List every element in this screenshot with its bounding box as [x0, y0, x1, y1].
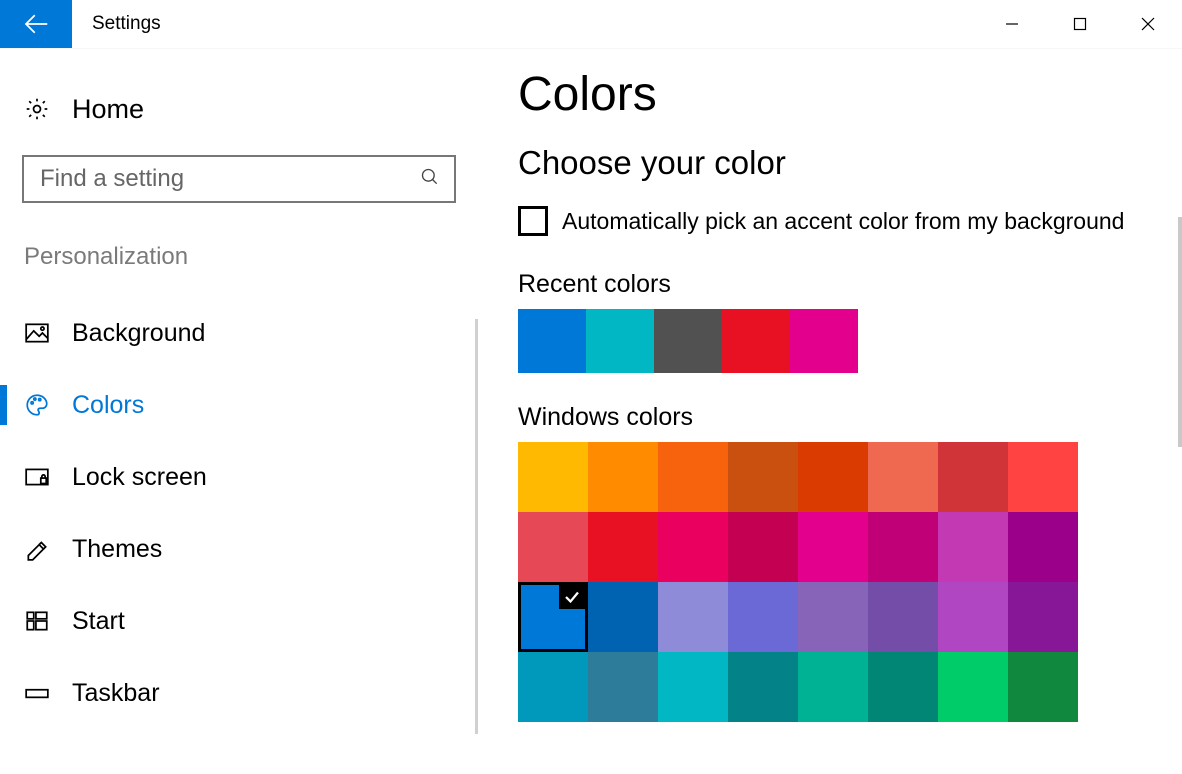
- recent-color-swatch[interactable]: [790, 309, 858, 373]
- search-icon: [420, 167, 440, 192]
- windows-color-swatch[interactable]: [938, 582, 1008, 652]
- sidebar-item-themes[interactable]: Themes: [22, 513, 456, 585]
- recent-color-swatch[interactable]: [654, 309, 722, 373]
- back-button[interactable]: [0, 0, 72, 48]
- palette-icon: [24, 392, 50, 418]
- windows-color-swatch[interactable]: [1008, 582, 1078, 652]
- sidebar-item-colors[interactable]: Colors: [22, 369, 456, 441]
- windows-color-swatch[interactable]: [518, 512, 588, 582]
- windows-color-swatch[interactable]: [1008, 652, 1078, 722]
- windows-color-swatch[interactable]: [588, 652, 658, 722]
- sidebar-item-background[interactable]: Background: [22, 297, 456, 369]
- main-scrollbar[interactable]: [1178, 217, 1182, 447]
- sidebar-item-lock-screen[interactable]: Lock screen: [22, 441, 456, 513]
- gear-icon: [24, 96, 50, 122]
- sidebar: Home Personalization Background Colors Loc…: [0, 49, 478, 774]
- picture-icon: [24, 320, 50, 346]
- home-label: Home: [72, 94, 144, 125]
- nav-list: Background Colors Lock screen Themes Start Ta…: [22, 297, 456, 729]
- windows-color-swatch[interactable]: [938, 442, 1008, 512]
- windows-color-swatch[interactable]: [1008, 442, 1078, 512]
- minimize-icon: [1005, 17, 1019, 31]
- sidebar-item-label: Colors: [72, 391, 144, 420]
- arrow-left-icon: [21, 9, 51, 39]
- maximize-icon: [1073, 17, 1087, 31]
- sidebar-item-label: Themes: [72, 535, 162, 564]
- sidebar-item-label: Start: [72, 607, 125, 636]
- check-icon: [559, 585, 585, 609]
- windows-color-swatch[interactable]: [518, 652, 588, 722]
- windows-color-swatch[interactable]: [658, 512, 728, 582]
- minimize-button[interactable]: [978, 0, 1046, 48]
- close-button[interactable]: [1114, 0, 1182, 48]
- category-header: Personalization: [22, 243, 456, 271]
- close-icon: [1141, 17, 1155, 31]
- windows-color-swatch[interactable]: [798, 512, 868, 582]
- search-box[interactable]: [22, 155, 456, 203]
- search-input[interactable]: [38, 164, 420, 194]
- sidebar-item-label: Background: [72, 319, 205, 348]
- lock-icon: [24, 464, 50, 490]
- themes-icon: [24, 536, 50, 562]
- windows-color-swatch[interactable]: [518, 582, 588, 652]
- auto-pick-label: Automatically pick an accent color from …: [562, 208, 1124, 235]
- windows-color-swatch[interactable]: [658, 442, 728, 512]
- sidebar-item-label: Lock screen: [72, 463, 207, 492]
- windows-color-swatch[interactable]: [798, 442, 868, 512]
- windows-color-swatch[interactable]: [868, 512, 938, 582]
- windows-color-swatch[interactable]: [868, 582, 938, 652]
- windows-color-swatch[interactable]: [798, 652, 868, 722]
- home-button[interactable]: Home: [22, 85, 456, 133]
- recent-color-swatch[interactable]: [518, 309, 586, 373]
- windows-color-swatch[interactable]: [728, 512, 798, 582]
- taskbar-icon: [24, 680, 50, 706]
- windows-color-swatch[interactable]: [1008, 512, 1078, 582]
- recent-color-swatch[interactable]: [722, 309, 790, 373]
- windows-color-swatch[interactable]: [588, 582, 658, 652]
- start-icon: [24, 608, 50, 634]
- recent-color-swatch[interactable]: [586, 309, 654, 373]
- recent-colors-row: [518, 309, 1162, 373]
- windows-color-swatch[interactable]: [728, 652, 798, 722]
- sidebar-item-start[interactable]: Start: [22, 585, 456, 657]
- windows-color-swatch[interactable]: [868, 442, 938, 512]
- windows-color-swatch[interactable]: [728, 442, 798, 512]
- window-controls: [978, 0, 1182, 48]
- sidebar-item-taskbar[interactable]: Taskbar: [22, 657, 456, 729]
- windows-color-swatch[interactable]: [798, 582, 868, 652]
- main-content: Colors Choose your color Automatically p…: [478, 49, 1182, 774]
- recent-colors-header: Recent colors: [518, 270, 1162, 299]
- titlebar: Settings: [0, 0, 1182, 48]
- windows-colors-header: Windows colors: [518, 403, 1162, 432]
- page-title: Colors: [518, 67, 1162, 122]
- windows-color-swatch[interactable]: [658, 582, 728, 652]
- windows-color-swatch[interactable]: [518, 442, 588, 512]
- section-title: Choose your color: [518, 144, 1162, 182]
- windows-color-swatch[interactable]: [868, 652, 938, 722]
- windows-color-swatch[interactable]: [588, 512, 658, 582]
- window-title: Settings: [72, 0, 161, 48]
- windows-color-swatch[interactable]: [938, 652, 1008, 722]
- windows-color-swatch[interactable]: [728, 582, 798, 652]
- sidebar-item-label: Taskbar: [72, 679, 160, 708]
- windows-color-swatch[interactable]: [938, 512, 1008, 582]
- maximize-button[interactable]: [1046, 0, 1114, 48]
- windows-color-swatch[interactable]: [658, 652, 728, 722]
- auto-pick-checkbox-row[interactable]: Automatically pick an accent color from …: [518, 206, 1162, 236]
- windows-colors-grid: [518, 442, 1078, 722]
- windows-color-swatch[interactable]: [588, 442, 658, 512]
- auto-pick-checkbox[interactable]: [518, 206, 548, 236]
